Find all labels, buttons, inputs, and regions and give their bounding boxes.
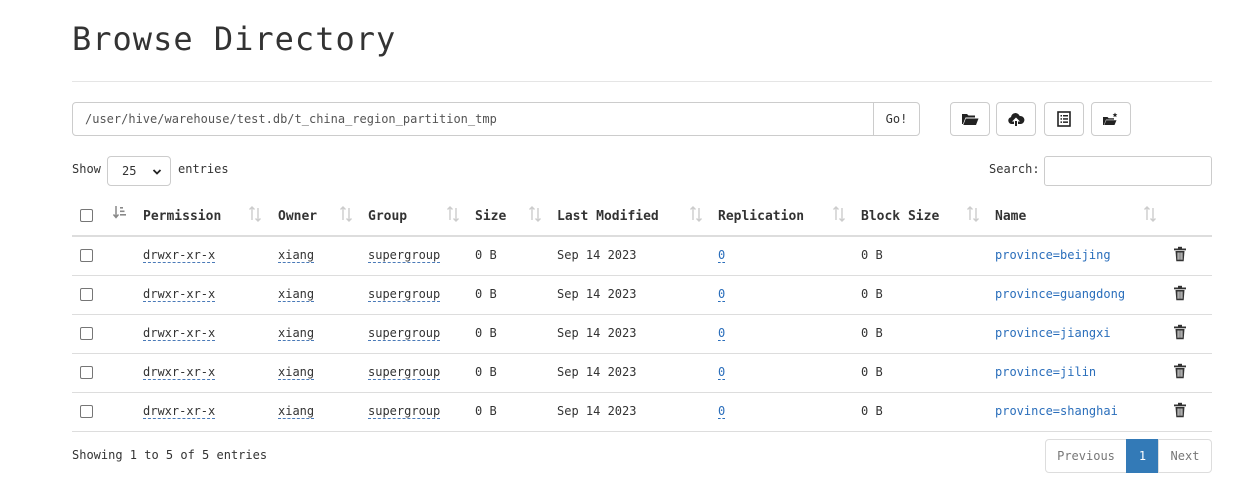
row-checkbox[interactable] [80, 249, 93, 262]
cell-last-modified: Sep 14 2023 [557, 326, 637, 340]
column-header-name[interactable]: Name [995, 209, 1026, 224]
trash-icon[interactable] [1173, 324, 1187, 340]
cloud-upload-icon [1008, 113, 1025, 126]
entries-per-page-select[interactable]: 25 [107, 156, 171, 186]
cell-owner[interactable]: xiang [278, 326, 315, 341]
cell-block-size: 0 B [861, 404, 883, 418]
cell-name-link[interactable]: province=jiangxi [995, 326, 1111, 340]
trash-icon[interactable] [1173, 246, 1187, 262]
cell-last-modified: Sep 14 2023 [557, 365, 637, 379]
row-divider [72, 431, 1212, 432]
column-header-owner[interactable]: Owner [278, 209, 317, 224]
page-1-button[interactable]: 1 [1126, 439, 1159, 473]
browse-directory-page: Browse Directory Go! Show 25 entries Sea… [0, 0, 1256, 489]
cell-replication[interactable]: 0 [718, 404, 726, 419]
cell-name-link[interactable]: province=jilin [995, 365, 1096, 379]
sort-icon[interactable] [339, 206, 353, 222]
cell-block-size: 0 B [861, 287, 883, 301]
list-view-button[interactable] [1044, 102, 1084, 136]
row-checkbox[interactable] [80, 288, 93, 301]
page-title: Browse Directory [72, 20, 397, 58]
show-label: Show [72, 162, 101, 176]
cell-block-size: 0 B [861, 248, 883, 262]
upload-button[interactable] [996, 102, 1036, 136]
new-folder-button[interactable] [1091, 102, 1131, 136]
sort-icon[interactable] [248, 206, 262, 222]
sort-icon[interactable] [528, 206, 542, 222]
open-folder-button[interactable] [950, 102, 990, 136]
cell-size: 0 B [475, 326, 497, 340]
cell-size: 0 B [475, 287, 497, 301]
column-header-last-modified[interactable]: Last Modified [557, 209, 659, 224]
chevron-down-icon [152, 169, 162, 175]
table-header-divider [72, 235, 1212, 237]
row-divider [72, 353, 1212, 354]
cell-name-link[interactable]: province=beijing [995, 248, 1111, 262]
cell-owner[interactable]: xiang [278, 287, 315, 302]
column-header-block-size[interactable]: Block Size [861, 209, 939, 224]
cell-last-modified: Sep 14 2023 [557, 287, 637, 301]
row-divider [72, 314, 1212, 315]
folder-open-icon [962, 114, 979, 125]
cell-name-link[interactable]: province=shanghai [995, 404, 1118, 418]
cell-block-size: 0 B [861, 326, 883, 340]
sort-icon[interactable] [832, 206, 846, 222]
sort-amount-icon[interactable] [113, 205, 127, 221]
cell-last-modified: Sep 14 2023 [557, 248, 637, 262]
search-label: Search: [989, 162, 1040, 176]
cell-group[interactable]: supergroup [368, 287, 441, 302]
cell-group[interactable]: supergroup [368, 404, 441, 419]
cell-last-modified: Sep 14 2023 [557, 404, 637, 418]
column-header-replication[interactable]: Replication [718, 209, 804, 224]
cell-owner[interactable]: xiang [278, 248, 315, 263]
table-info: Showing 1 to 5 of 5 entries [72, 448, 268, 462]
row-divider [72, 392, 1212, 393]
row-checkbox[interactable] [80, 327, 93, 340]
cell-permission[interactable]: drwxr-xr-x [143, 248, 216, 263]
row-divider [72, 275, 1212, 276]
cell-replication[interactable]: 0 [718, 365, 726, 380]
cell-replication[interactable]: 0 [718, 287, 726, 302]
next-page-button[interactable]: Next [1158, 439, 1212, 473]
column-header-group[interactable]: Group [368, 209, 407, 224]
trash-icon[interactable] [1173, 363, 1187, 379]
list-alt-icon [1057, 111, 1071, 127]
select-all-checkbox[interactable] [80, 209, 93, 222]
search-input[interactable] [1044, 156, 1212, 186]
folder-plus-icon [1103, 112, 1118, 125]
title-divider [72, 81, 1212, 82]
go-button[interactable]: Go! [873, 102, 920, 136]
cell-permission[interactable]: drwxr-xr-x [143, 404, 216, 419]
cell-owner[interactable]: xiang [278, 404, 315, 419]
cell-replication[interactable]: 0 [718, 326, 726, 341]
trash-icon[interactable] [1173, 285, 1187, 301]
path-input[interactable] [72, 102, 874, 136]
row-checkbox[interactable] [80, 366, 93, 379]
sort-icon[interactable] [966, 206, 980, 222]
cell-group[interactable]: supergroup [368, 326, 441, 341]
entries-select-value: 25 [122, 164, 137, 178]
column-header-size[interactable]: Size [475, 209, 506, 224]
cell-permission[interactable]: drwxr-xr-x [143, 326, 216, 341]
cell-size: 0 B [475, 248, 497, 262]
cell-size: 0 B [475, 404, 497, 418]
cell-size: 0 B [475, 365, 497, 379]
sort-icon[interactable] [446, 206, 460, 222]
cell-block-size: 0 B [861, 365, 883, 379]
sort-icon[interactable] [689, 206, 703, 222]
entries-label: entries [178, 162, 229, 176]
row-checkbox[interactable] [80, 405, 93, 418]
previous-page-button[interactable]: Previous [1045, 439, 1127, 473]
trash-icon[interactable] [1173, 402, 1187, 418]
cell-replication[interactable]: 0 [718, 248, 726, 263]
cell-group[interactable]: supergroup [368, 248, 441, 263]
column-header-permission[interactable]: Permission [143, 209, 221, 224]
cell-permission[interactable]: drwxr-xr-x [143, 287, 216, 302]
cell-name-link[interactable]: province=guangdong [995, 287, 1125, 301]
cell-permission[interactable]: drwxr-xr-x [143, 365, 216, 380]
cell-group[interactable]: supergroup [368, 365, 441, 380]
sort-icon[interactable] [1143, 206, 1157, 222]
cell-owner[interactable]: xiang [278, 365, 315, 380]
